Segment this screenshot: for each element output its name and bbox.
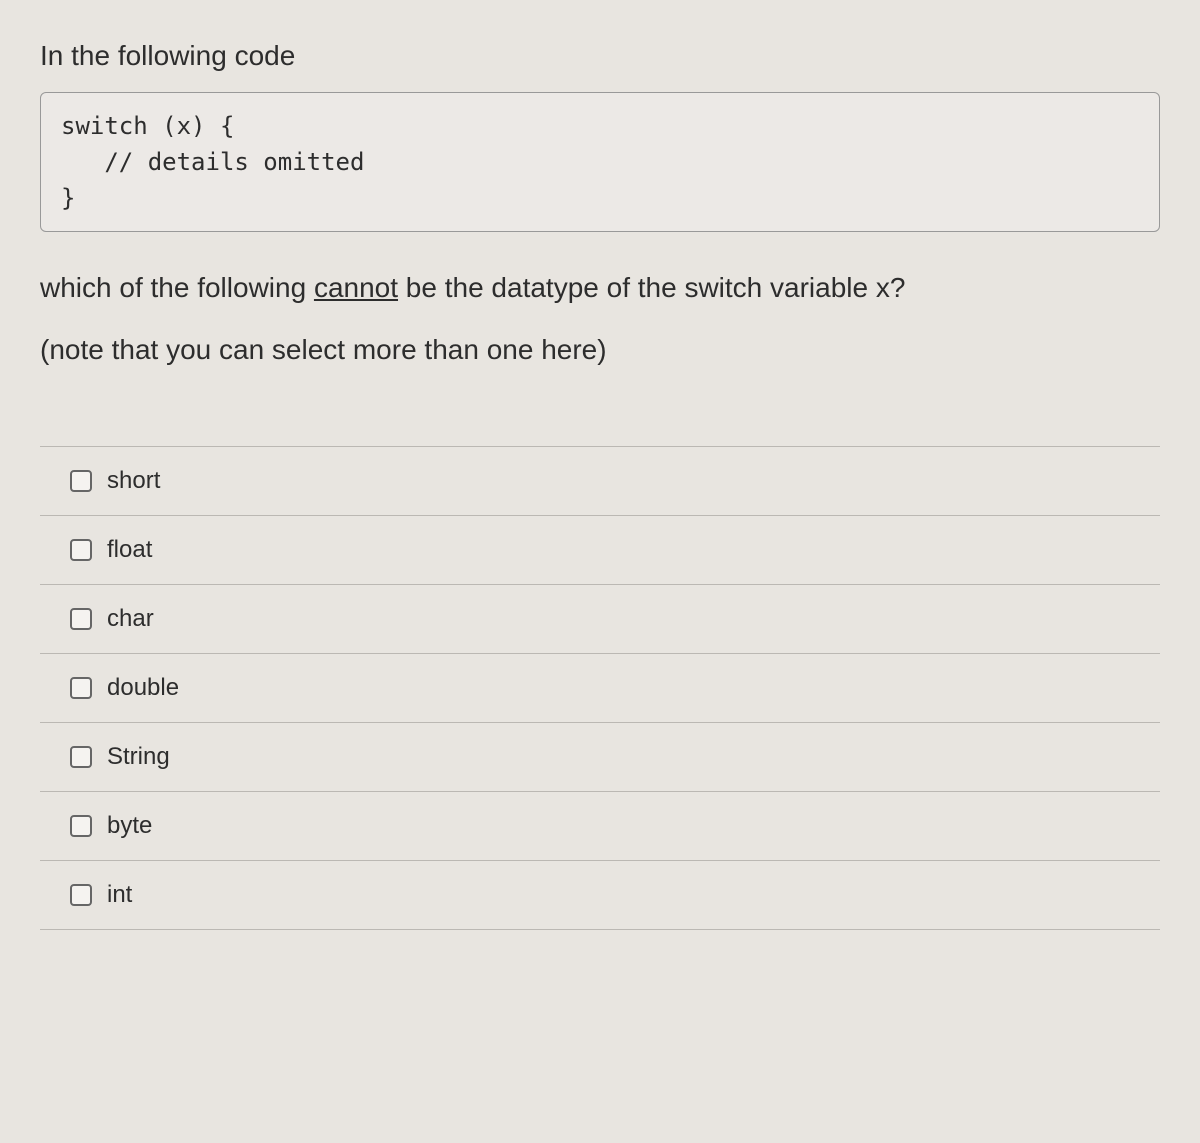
option-label: int [107, 881, 132, 909]
checkbox-string[interactable] [70, 746, 92, 768]
options-container: short float char double String byte int [40, 446, 1160, 930]
question-note: (note that you can select more than one … [40, 334, 1160, 366]
option-row-short[interactable]: short [40, 446, 1160, 515]
option-row-byte[interactable]: byte [40, 791, 1160, 860]
option-label: String [107, 743, 170, 771]
question-container: In the following code switch (x) { // de… [40, 40, 1160, 930]
option-label: float [107, 536, 152, 564]
checkbox-int[interactable] [70, 884, 92, 906]
option-row-float[interactable]: float [40, 515, 1160, 584]
checkbox-float[interactable] [70, 539, 92, 561]
option-label: byte [107, 812, 152, 840]
question-intro: In the following code [40, 40, 1160, 72]
question-text: which of the following cannot be the dat… [40, 267, 1160, 309]
question-text-before: which of the following [40, 272, 314, 303]
code-block: switch (x) { // details omitted } [40, 92, 1160, 232]
option-label: char [107, 605, 154, 633]
code-content: switch (x) { // details omitted } [61, 108, 1139, 216]
option-row-double[interactable]: double [40, 653, 1160, 722]
option-row-string[interactable]: String [40, 722, 1160, 791]
option-row-char[interactable]: char [40, 584, 1160, 653]
option-label: short [107, 467, 160, 495]
checkbox-char[interactable] [70, 608, 92, 630]
question-text-after: be the datatype of the switch variable x… [398, 272, 905, 303]
checkbox-double[interactable] [70, 677, 92, 699]
option-row-int[interactable]: int [40, 860, 1160, 930]
checkbox-short[interactable] [70, 470, 92, 492]
checkbox-byte[interactable] [70, 815, 92, 837]
option-label: double [107, 674, 179, 702]
question-text-underlined: cannot [314, 272, 398, 303]
